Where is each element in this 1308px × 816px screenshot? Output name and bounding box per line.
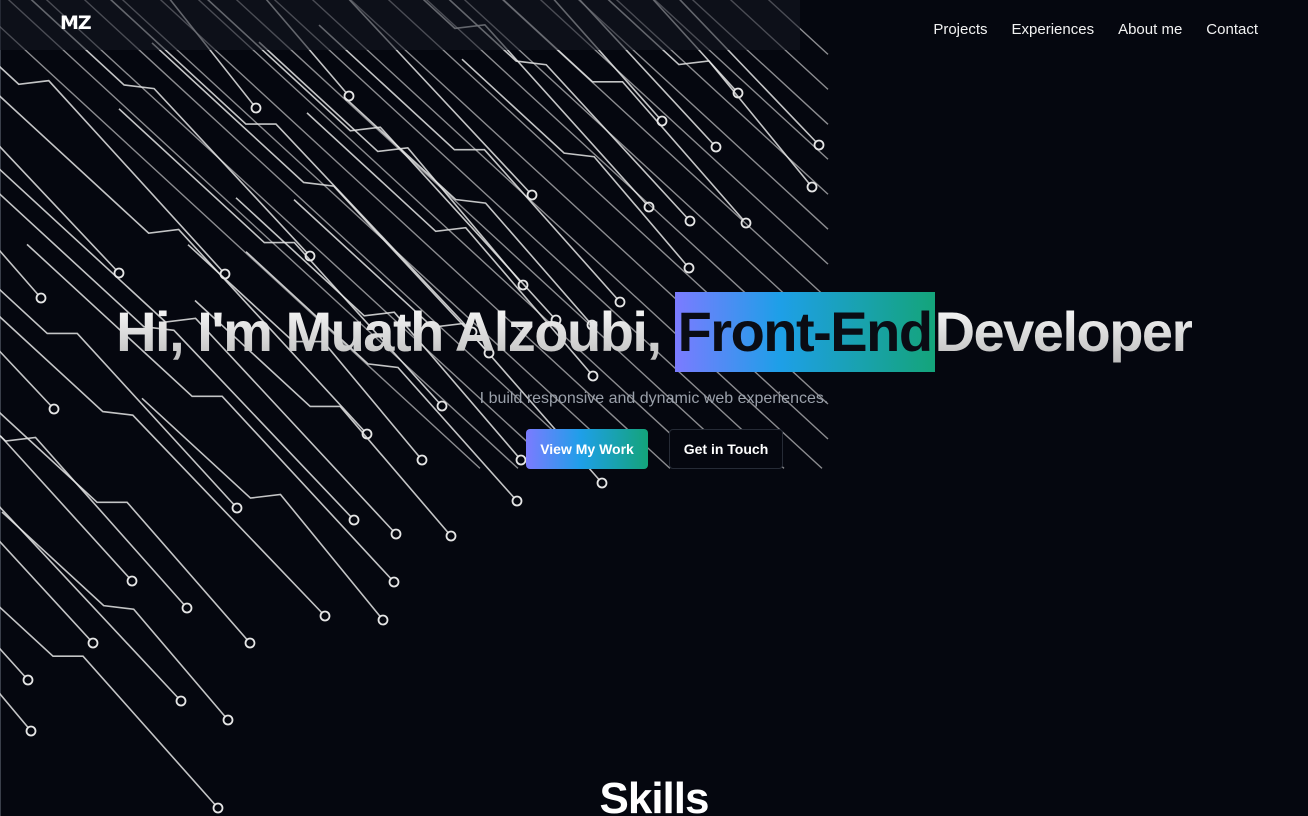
circuit-node (596, 477, 608, 489)
get-in-touch-button[interactable]: Get in Touch (669, 429, 783, 469)
circuit-node (22, 674, 34, 686)
circuit-trace (343, 96, 593, 326)
circuit-node (515, 454, 527, 466)
circuit-node (222, 714, 234, 726)
view-my-work-button[interactable]: View My Work (526, 429, 648, 469)
hero-title-highlight: Front-End (674, 292, 935, 372)
circuit-node (511, 495, 523, 507)
circuit-node (710, 141, 722, 153)
skills-title: Skills (599, 774, 710, 816)
circuit-node (231, 502, 243, 514)
circuit-node (250, 102, 262, 114)
header-blur (0, 0, 800, 50)
hero-actions: View My Work Get in Touch (526, 429, 783, 469)
circuit-node (126, 575, 138, 587)
nav-link-projects[interactable]: Projects (933, 21, 987, 38)
circuit-node (388, 576, 400, 588)
logo[interactable]: MZ (60, 12, 92, 34)
main-nav: Projects Experiences About me Contact (933, 21, 1258, 38)
circuit-trace (0, 411, 251, 644)
circuit-node (319, 610, 331, 622)
nav-link-contact[interactable]: Contact (1206, 21, 1258, 38)
circuit-node (390, 528, 402, 540)
page: MZ Projects Experiences About me Contact… (0, 0, 1308, 816)
circuit-node (87, 637, 99, 649)
circuit-node (25, 725, 37, 737)
hero-title: Hi, I'm Muath Alzoubi, Front-EndDevelope… (0, 292, 1308, 372)
hero-title-intro: Hi, I'm Muath Alzoubi, (116, 300, 662, 363)
circuit-node (587, 370, 599, 382)
circuit-node (683, 262, 695, 274)
hero-title-role: Developer (934, 300, 1194, 363)
hero-subtitle: I build responsive and dynamic web exper… (479, 390, 829, 407)
nav-link-about[interactable]: About me (1118, 21, 1182, 38)
circuit-node (348, 514, 360, 526)
circuit-node (806, 181, 818, 193)
circuit-trace (141, 397, 384, 621)
circuit-node (244, 637, 256, 649)
circuit-trace (1, 511, 229, 721)
nav-link-experiences[interactable]: Experiences (1012, 21, 1095, 38)
circuit-node (416, 454, 428, 466)
circuit-node (445, 530, 457, 542)
circuit-trace (245, 251, 518, 502)
circuit-node (684, 215, 696, 227)
circuit-node (377, 614, 389, 626)
circuit-node (181, 602, 193, 614)
circuit-background (0, 0, 829, 814)
circuit-node (175, 695, 187, 707)
